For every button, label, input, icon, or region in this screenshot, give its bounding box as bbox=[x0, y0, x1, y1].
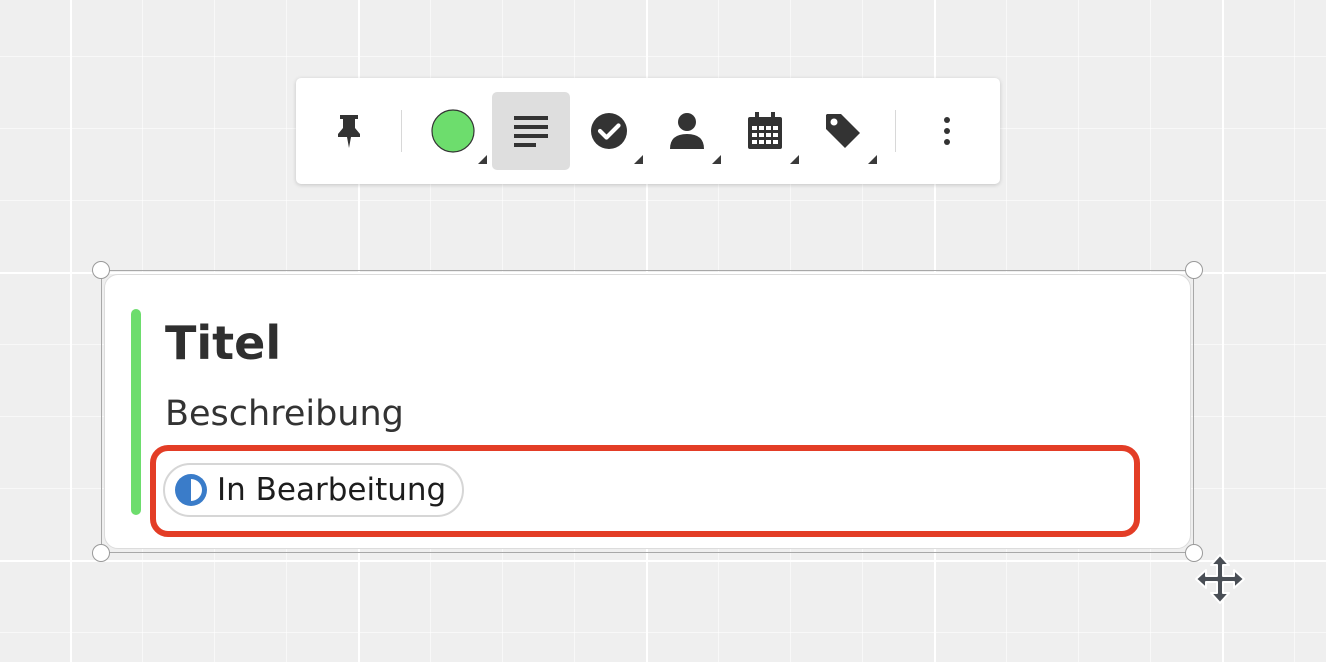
more-vertical-icon bbox=[944, 117, 950, 145]
color-button[interactable] bbox=[414, 92, 492, 170]
highlight-box bbox=[150, 445, 1140, 537]
person-icon bbox=[670, 113, 704, 149]
assignee-menu-caret bbox=[712, 155, 721, 164]
color-circle-icon bbox=[431, 109, 475, 153]
due-date-button[interactable] bbox=[726, 92, 804, 170]
color-menu-caret bbox=[478, 155, 487, 164]
tags-menu-caret bbox=[868, 155, 877, 164]
pin-icon bbox=[338, 115, 360, 148]
resize-handle-bottom-left[interactable] bbox=[92, 544, 110, 562]
toolbar-separator bbox=[401, 110, 402, 152]
resize-handle-top-right[interactable] bbox=[1185, 261, 1203, 279]
card-description[interactable]: Beschreibung bbox=[165, 388, 404, 440]
assignee-button[interactable] bbox=[648, 92, 726, 170]
check-circle-icon bbox=[591, 113, 627, 149]
status-menu-caret bbox=[634, 155, 643, 164]
text-align-icon bbox=[514, 116, 548, 147]
status-button[interactable] bbox=[570, 92, 648, 170]
due-date-menu-caret bbox=[790, 155, 799, 164]
card-title[interactable]: Titel bbox=[165, 310, 281, 376]
tags-button[interactable] bbox=[804, 92, 882, 170]
resize-handle-top-left[interactable] bbox=[92, 261, 110, 279]
more-button[interactable] bbox=[908, 92, 986, 170]
move-cursor-icon bbox=[1195, 554, 1245, 604]
pin-button[interactable] bbox=[310, 92, 388, 170]
card-color-bar bbox=[131, 309, 141, 515]
description-button[interactable] bbox=[492, 92, 570, 170]
toolbar-separator bbox=[895, 110, 896, 152]
card-toolbar bbox=[296, 78, 1000, 184]
calendar-icon bbox=[748, 112, 782, 149]
tag-icon bbox=[826, 114, 860, 148]
